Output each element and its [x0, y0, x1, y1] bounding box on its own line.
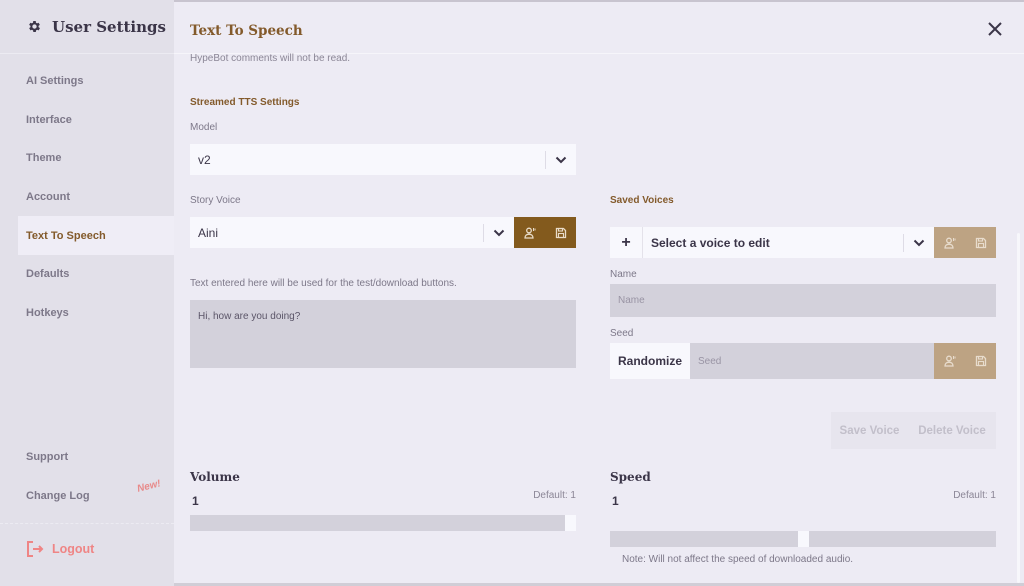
chevron-down-icon	[484, 229, 514, 237]
gear-icon	[29, 21, 40, 32]
sidebar-bottom-nav: Support Change Log New!	[18, 438, 174, 515]
sidebar-title: User Settings	[52, 17, 166, 36]
model-select-value: v2	[198, 152, 211, 167]
new-badge: New!	[136, 477, 162, 495]
saved-voice-actions	[934, 227, 996, 258]
chevron-down-icon	[904, 239, 934, 247]
voice-user-icon	[943, 355, 955, 367]
sidebar-item-defaults[interactable]: Defaults	[18, 255, 174, 294]
streamed-tts-section-title: Streamed TTS Settings	[190, 97, 300, 108]
speed-default: Default: 1	[953, 490, 996, 501]
name-label: Name	[610, 269, 637, 280]
hypebot-note: HypeBot comments will not be read.	[190, 53, 351, 64]
voice-user-icon	[523, 227, 535, 239]
logout-icon	[27, 541, 44, 557]
seed-input-placeholder: Seed	[698, 355, 722, 367]
plus-icon: +	[621, 233, 631, 251]
test-saved-voice-button[interactable]	[934, 227, 965, 258]
scrollbar[interactable]	[1017, 233, 1020, 583]
story-voice-select[interactable]: Aini	[190, 217, 514, 248]
seed-actions	[934, 343, 996, 379]
sidebar-item-text-to-speech[interactable]: Text To Speech	[18, 216, 174, 255]
seed-label: Seed	[610, 328, 634, 339]
volume-default: Default: 1	[533, 490, 576, 501]
name-input-placeholder: Name	[618, 295, 645, 306]
story-voice-value: Aini	[198, 225, 219, 240]
saved-voice-select[interactable]: Select a voice to edit	[643, 227, 934, 258]
model-select[interactable]: v2	[190, 144, 576, 175]
logout-button[interactable]: Logout	[26, 540, 94, 558]
saved-voices-title: Saved Voices	[610, 195, 674, 206]
story-voice-label: Story Voice	[190, 195, 241, 206]
download-voice-button[interactable]	[545, 217, 576, 248]
sidebar-header: User Settings	[0, 0, 174, 54]
saved-voice-select-placeholder: Select a voice to edit	[651, 235, 770, 250]
sidebar-item-change-log[interactable]: Change Log New!	[18, 477, 174, 516]
sidebar-item-ai-settings[interactable]: AI Settings	[18, 62, 174, 101]
test-seed-button[interactable]	[934, 343, 965, 379]
chevron-down-icon	[546, 156, 576, 164]
main-header: Text To Speech	[174, 0, 1024, 54]
volume-title: Volume	[190, 470, 240, 484]
change-log-label: Change Log	[26, 489, 90, 502]
speed-note: Note: Will not affect the speed of downl…	[622, 554, 854, 565]
seed-input[interactable]: Seed	[690, 343, 934, 379]
story-voice-row: Aini	[190, 217, 576, 248]
main-panel: Text To Speech HypeBot comments will not…	[174, 0, 1024, 586]
story-voice-actions	[514, 217, 576, 248]
randomize-button[interactable]: Randomize	[610, 343, 690, 379]
download-seed-button[interactable]	[965, 343, 996, 379]
voice-action-buttons: Save Voice Delete Voice	[831, 412, 996, 449]
sidebar-divider	[0, 523, 174, 524]
close-icon[interactable]	[986, 20, 1004, 38]
sidebar-item-account[interactable]: Account	[18, 178, 174, 217]
add-voice-button[interactable]: +	[610, 227, 643, 258]
sidebar-item-hotkeys[interactable]: Hotkeys	[18, 294, 174, 333]
name-input[interactable]: Name	[610, 284, 996, 317]
save-voice-button[interactable]: Save Voice	[831, 412, 908, 449]
seed-row: Randomize Seed	[610, 343, 996, 379]
test-text-hint: Text entered here will be used for the t…	[190, 278, 457, 289]
volume-slider-thumb[interactable]	[565, 515, 576, 531]
saved-voices-row: + Select a voice to edit	[610, 227, 996, 258]
sidebar-nav: AI Settings Interface Theme Account Text…	[18, 62, 174, 332]
voice-user-icon	[943, 237, 955, 249]
sidebar-item-support[interactable]: Support	[18, 438, 174, 477]
logout-label: Logout	[52, 542, 95, 556]
volume-slider[interactable]	[190, 515, 576, 531]
save-icon	[975, 237, 986, 248]
page-title: Text To Speech	[190, 23, 303, 39]
sidebar-item-interface[interactable]: Interface	[18, 101, 174, 140]
delete-voice-button[interactable]: Delete Voice	[908, 412, 996, 449]
save-icon	[975, 355, 986, 367]
speed-title: Speed	[610, 470, 651, 484]
model-label: Model	[190, 122, 218, 133]
save-icon	[555, 227, 566, 238]
test-voice-button[interactable]	[514, 217, 545, 248]
sidebar-item-theme[interactable]: Theme	[18, 139, 174, 178]
download-saved-voice-button[interactable]	[965, 227, 996, 258]
test-text-area[interactable]: Hi, how are you doing?	[190, 300, 576, 368]
volume-value: 1	[192, 494, 199, 508]
sidebar: User Settings AI Settings Interface Them…	[0, 0, 174, 586]
speed-slider-thumb[interactable]	[797, 531, 809, 547]
speed-value: 1	[612, 494, 619, 508]
speed-slider[interactable]	[610, 531, 996, 547]
